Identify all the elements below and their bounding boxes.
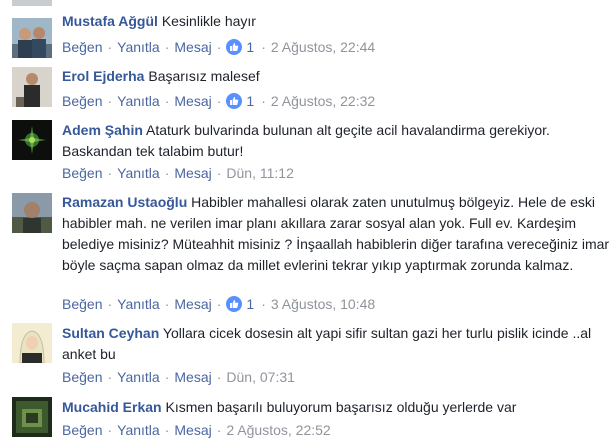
- message-link[interactable]: Mesaj: [174, 39, 211, 55]
- comment-actions: Beğen · Yanıtla · Mesaj · 1 · 2 Ağustos, 22:32: [62, 93, 376, 109]
- timestamp[interactable]: 2 Ağustos, 22:52: [226, 422, 330, 438]
- comment-author[interactable]: Mucahid Erkan: [62, 399, 162, 415]
- reply-link[interactable]: Yanıtla: [117, 165, 160, 181]
- like-link[interactable]: Beğen: [62, 369, 102, 385]
- comment-body: Sultan Ceyhan Yollara cicek dosesin alt …: [62, 323, 610, 365]
- comment-actions: Beğen · Yanıtla · Mesaj · Dün, 07:31: [62, 369, 295, 385]
- comment-actions: Beğen · Yanıtla · Mesaj · 2 Ağustos, 22:52: [62, 422, 331, 438]
- comment-text: Başarısız malesef: [148, 68, 260, 84]
- avatar[interactable]: [12, 323, 52, 363]
- message-link[interactable]: Mesaj: [174, 296, 211, 312]
- comment-actions: Beğen · Yanıtla · Mesaj · Dün, 11:12: [62, 165, 294, 181]
- timestamp[interactable]: 3 Ağustos, 10:48: [271, 296, 375, 312]
- like-link[interactable]: Beğen: [62, 165, 102, 181]
- like-link[interactable]: Beğen: [62, 296, 102, 312]
- message-link[interactable]: Mesaj: [174, 369, 211, 385]
- comment-author[interactable]: Erol Ejderha: [62, 68, 144, 84]
- like-link[interactable]: Beğen: [62, 39, 102, 55]
- like-count[interactable]: 1: [246, 296, 254, 312]
- timestamp[interactable]: Dün, 07:31: [226, 369, 295, 385]
- like-count[interactable]: 1: [246, 93, 254, 109]
- comment-author[interactable]: Mustafa Ağgül: [62, 13, 158, 29]
- comment-text: Kesinlikle hayır: [161, 13, 256, 29]
- comment-author[interactable]: Sultan Ceyhan: [62, 325, 159, 341]
- comment-body: Mustafa Ağgül Kesinlikle hayır: [62, 11, 610, 32]
- timestamp[interactable]: Dün, 11:12: [226, 165, 293, 181]
- comment-actions: Beğen · Yanıtla · Mesaj · 1 · 3 Ağustos, 10:48: [62, 296, 376, 312]
- reply-link[interactable]: Yanıtla: [117, 369, 160, 385]
- thumbs-up-icon[interactable]: [226, 93, 243, 109]
- avatar[interactable]: [12, 18, 52, 58]
- message-link[interactable]: Mesaj: [174, 165, 211, 181]
- like-link[interactable]: Beğen: [62, 422, 102, 438]
- avatar[interactable]: [12, 120, 52, 160]
- comment-actions: Beğen · Yanıtla · Mesaj · 1 · 2 Ağustos, 22:44: [62, 39, 376, 55]
- reply-link[interactable]: Yanıtla: [117, 93, 160, 109]
- comment-text: Kısmen başarılı buluyorum başarısız oldu…: [165, 399, 517, 415]
- avatar[interactable]: [12, 67, 52, 107]
- comment-author[interactable]: Adem Şahin: [62, 122, 143, 138]
- thumbs-up-icon[interactable]: [226, 39, 243, 55]
- avatar[interactable]: [12, 397, 52, 437]
- comment-body: Ramazan Ustaoğlu Habibler mahallesi olar…: [62, 192, 610, 276]
- avatar[interactable]: [12, 193, 52, 233]
- comment-body: Adem Şahin Ataturk bulvarinda bulunan al…: [62, 120, 610, 162]
- message-link[interactable]: Mesaj: [174, 93, 211, 109]
- timestamp[interactable]: 2 Ağustos, 22:44: [271, 39, 375, 55]
- timestamp[interactable]: 2 Ağustos, 22:32: [271, 93, 375, 109]
- comment-body: Erol Ejderha Başarısız malesef: [62, 66, 610, 87]
- reply-link[interactable]: Yanıtla: [117, 39, 160, 55]
- comment-author[interactable]: Ramazan Ustaoğlu: [62, 194, 187, 210]
- thumbs-up-icon[interactable]: [226, 296, 243, 312]
- message-link[interactable]: Mesaj: [174, 422, 211, 438]
- like-count[interactable]: 1: [246, 39, 254, 55]
- reply-link[interactable]: Yanıtla: [117, 296, 160, 312]
- like-link[interactable]: Beğen: [62, 93, 102, 109]
- reply-link[interactable]: Yanıtla: [117, 422, 160, 438]
- comment-body: Mucahid Erkan Kısmen başarılı buluyorum …: [62, 397, 610, 418]
- previous-avatar-edge: [12, 0, 52, 6]
